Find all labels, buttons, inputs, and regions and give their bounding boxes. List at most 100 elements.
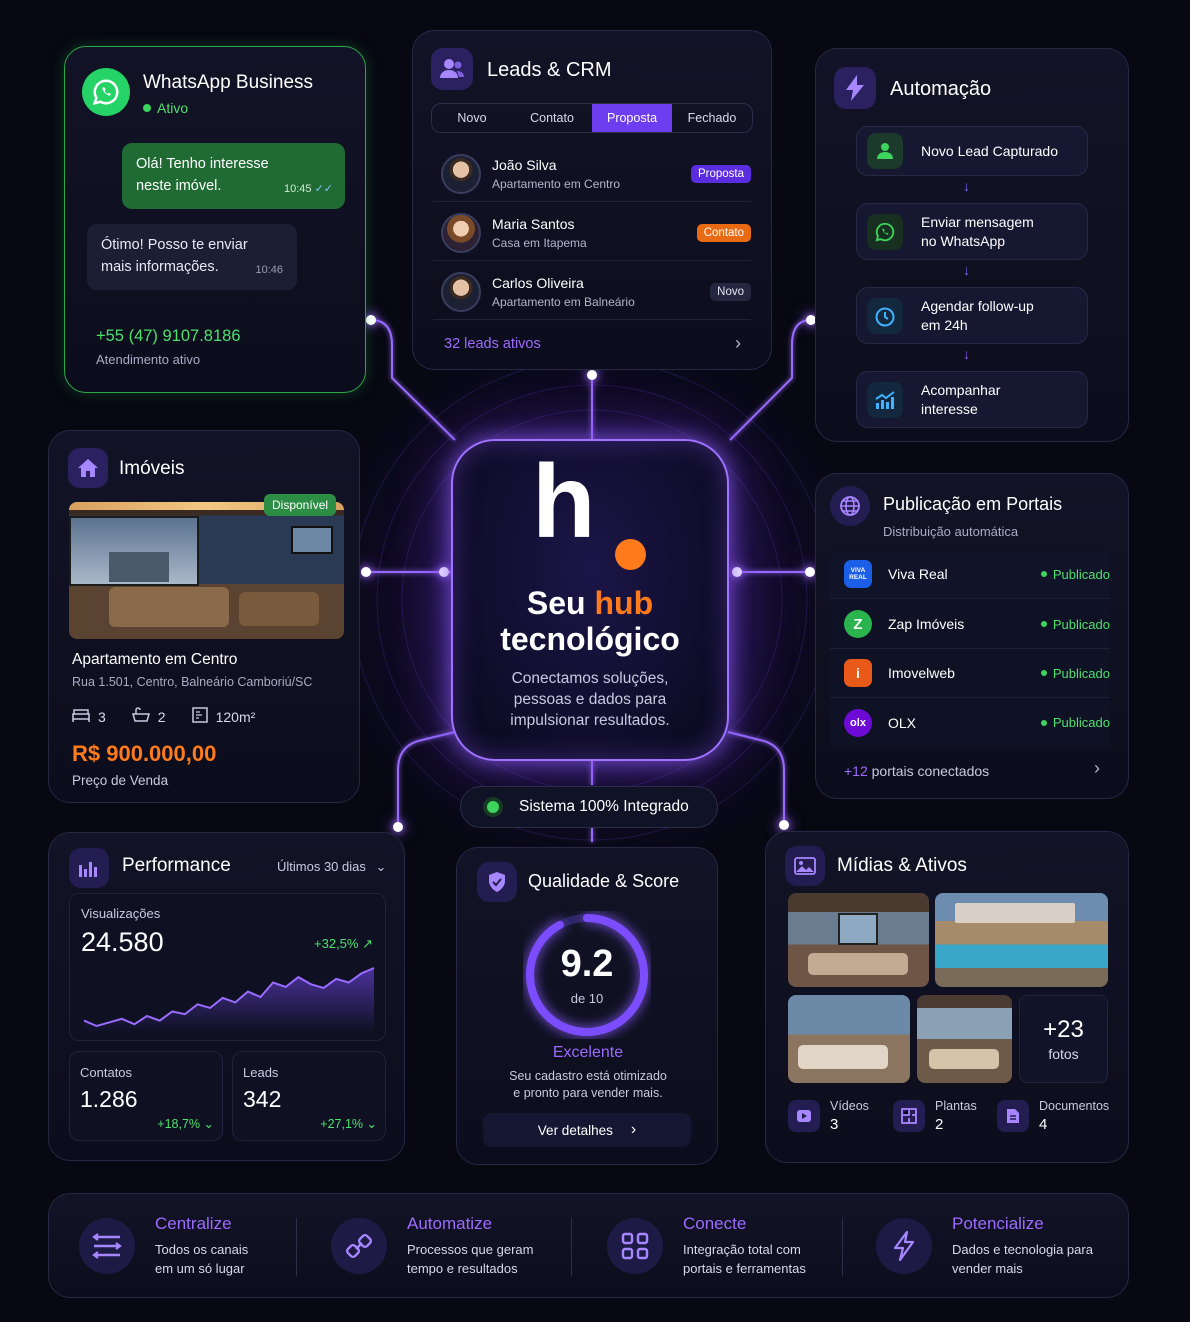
portals-footer-link[interactable]: +12 portais conectados <box>844 763 989 779</box>
automation-step[interactable]: Enviar mensagem no WhatsApp <box>856 203 1088 260</box>
property-photo[interactable] <box>69 502 344 639</box>
media-photo[interactable] <box>935 893 1108 987</box>
crm-footer-link[interactable]: 32 leads ativos <box>444 336 541 352</box>
shield-icon <box>477 862 517 902</box>
feature-title: Automatize <box>407 1214 493 1233</box>
tab-novo[interactable]: Novo <box>432 104 512 132</box>
chevron-down-icon: ⌄ <box>366 1117 377 1131</box>
whatsapp-card: WhatsApp Business Ativo Olá! Tenho inter… <box>64 46 366 393</box>
features-bar: Centralize Todos os canais em um só lugar … <box>48 1193 1129 1298</box>
message-time: 10:45 ✓✓ <box>283 183 333 195</box>
portals-card: Publicação em Portais Distribuição autom… <box>815 473 1129 799</box>
leads-panel: Leads 342 +27,1% ⌄ <box>232 1051 386 1141</box>
chevron-right-icon[interactable]: › <box>735 333 741 354</box>
leads-label: Leads <box>243 1065 279 1080</box>
portal-name: Zap Imóveis <box>888 616 965 632</box>
details-button[interactable]: Ver detalhes › <box>483 1113 691 1147</box>
automation-step[interactable]: Agendar follow-up em 24h <box>856 287 1088 344</box>
views-delta: +32,5% ↗ <box>314 936 373 951</box>
lead-row[interactable]: João Silva Apartamento em Centro Propost… <box>433 146 751 202</box>
views-panel: Visualizações 24.580 +32,5% ↗ <box>69 893 386 1041</box>
divider <box>842 1218 843 1276</box>
score-description: Seu cadastro está otimizado e pronto para… <box>509 1069 667 1100</box>
lightning-icon <box>834 67 876 109</box>
hub-logo-letter: h <box>532 444 596 560</box>
chevron-right-icon[interactable]: › <box>1094 758 1100 779</box>
divider <box>571 1218 572 1276</box>
integration-grid-icon <box>607 1218 663 1274</box>
message-incoming: Ótimo! Posso te enviar mais informações.… <box>87 224 297 290</box>
price-label: Preço de Venda <box>72 773 169 788</box>
connector-node <box>366 315 376 325</box>
message-text: Ótimo! Posso te enviar mais informações. <box>101 237 248 275</box>
tab-proposta[interactable]: Proposta <box>592 104 672 132</box>
chevron-right-icon: › <box>630 1121 637 1138</box>
feature-automatize: Automatize Processos que geram tempo e res… <box>331 1194 533 1298</box>
zap-imoveis-logo: Z <box>844 610 872 638</box>
baths-count: 2 <box>157 708 166 725</box>
property-name[interactable]: Apartamento em Centro <box>72 651 237 669</box>
property-specs: 3 2 120m² <box>72 707 255 726</box>
lead-property: Casa em Itapema <box>492 235 587 250</box>
lightning-icon <box>876 1218 932 1274</box>
automation-step[interactable]: Acompanhar interesse <box>856 371 1088 428</box>
tab-contato[interactable]: Contato <box>512 104 592 132</box>
media-stat-documentos[interactable]: Documentos 4 <box>997 1099 1109 1133</box>
connector-node <box>732 567 742 577</box>
area-icon <box>191 707 208 726</box>
more-photos-tile[interactable]: +23 fotos <box>1019 995 1108 1083</box>
lead-name: Carlos Oliveira <box>492 274 584 291</box>
connector-node <box>361 567 371 577</box>
media-stat-plantas[interactable]: Plantas 2 <box>893 1099 977 1133</box>
media-photo[interactable] <box>788 995 910 1083</box>
stat-label: Plantas <box>935 1099 977 1113</box>
leads-delta: +27,1% ⌄ <box>320 1117 377 1131</box>
hub-description: Conectamos soluções, pessoas e dados para… <box>510 670 670 729</box>
views-label: Visualizações <box>81 906 161 921</box>
lead-property: Apartamento em Balneário <box>492 294 635 309</box>
score-card: Qualidade & Score 9.2 de 10 Excelente Se… <box>456 847 718 1165</box>
portal-status: Publicado <box>1041 567 1110 582</box>
whatsapp-phone[interactable]: +55 (47) 9107.8186 <box>96 327 241 346</box>
portal-status: Publicado <box>1041 666 1110 681</box>
score-value: 9.2 <box>560 943 614 985</box>
lead-row[interactable]: Maria Santos Casa em Itapema Contato <box>433 205 751 261</box>
views-value: 24.580 <box>81 927 164 957</box>
automation-step[interactable]: Novo Lead Capturado <box>856 126 1088 176</box>
video-icon <box>788 1100 820 1132</box>
portal-name: Viva Real <box>888 566 948 582</box>
portal-row[interactable]: VIVA REAL Viva Real Publicado <box>830 550 1110 599</box>
portal-row[interactable]: olx OLX Publicado <box>830 698 1110 747</box>
contacts-value: 1.286 <box>80 1086 138 1112</box>
bar-chart-icon <box>69 848 109 888</box>
feature-title: Conecte <box>683 1214 747 1233</box>
portal-row[interactable]: Z Zap Imóveis Publicado <box>830 600 1110 649</box>
status-badge: Novo <box>710 282 751 301</box>
feature-conecte: Conecte Integração total com portais e fer… <box>607 1194 806 1298</box>
portal-row[interactable]: i Imovelweb Publicado <box>830 649 1110 698</box>
message-text: Olá! Tenho interesse neste imóvel. <box>136 156 269 194</box>
lead-row[interactable]: Carlos Oliveira Apartamento em Balneário… <box>433 264 751 320</box>
period-selector[interactable]: Últimos 30 dias ⌄ <box>277 859 386 875</box>
status-dot <box>487 801 499 813</box>
tab-fechado[interactable]: Fechado <box>672 104 752 132</box>
globe-icon <box>830 486 870 526</box>
avatar <box>441 153 481 194</box>
media-photo[interactable] <box>788 893 929 987</box>
message-time: 10:46 <box>255 264 283 276</box>
property-address: Rua 1.501, Centro, Balneário Camboriú/SC <box>72 675 313 689</box>
avatar <box>441 271 481 312</box>
step-label: Agendar follow-up em 24h <box>921 297 1034 333</box>
status-badge: Proposta <box>690 164 751 183</box>
media-photo[interactable] <box>917 995 1012 1083</box>
arrow-down-icon: ↓ <box>963 346 970 362</box>
connector-node <box>805 567 815 577</box>
media-stat-videos[interactable]: Vídeos 3 <box>788 1099 869 1133</box>
feature-centralize: Centralize Todos os canais em um só lugar <box>79 1194 248 1298</box>
stat-value: 2 <box>935 1116 944 1133</box>
divider <box>296 1218 297 1276</box>
stat-label: Vídeos <box>830 1099 869 1113</box>
score-title: Qualidade & Score <box>528 871 680 891</box>
more-photos-count: +23 <box>1043 1016 1084 1043</box>
arrow-down-icon: ↓ <box>963 178 970 194</box>
